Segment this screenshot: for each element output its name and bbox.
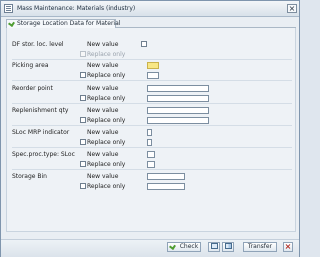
checkmark-icon xyxy=(8,20,15,27)
tab-storage-location-data[interactable]: Storage Location Data for Material xyxy=(6,19,120,28)
mass-maintenance-dialog: Mass Maintenance: Materials (industry) ×… xyxy=(0,0,300,257)
tab-strip: Storage Location Data for Material xyxy=(6,19,296,28)
replace-only-label: Replace only xyxy=(87,117,126,124)
field-label-reorder-point: Reorder point xyxy=(12,85,53,92)
picking-area-new-value-input[interactable] xyxy=(147,62,159,69)
df-stor-loc-level-replace-only-checkbox xyxy=(80,51,86,57)
field-label-df-stor-loc-level: DF stor. loc. level xyxy=(12,41,64,48)
new-value-label: New value xyxy=(87,85,119,92)
row-separator xyxy=(12,103,292,104)
reorder-point-replace-only-checkbox[interactable] xyxy=(80,95,86,101)
transfer-button[interactable]: Transfer xyxy=(243,242,277,252)
spec-proc-type-sloc-new-value-input[interactable] xyxy=(147,151,155,158)
field-label-spec-proc-type-sloc: Spec.proc.type: SLoc xyxy=(12,151,75,158)
field-label-picking-area: Picking area xyxy=(12,62,49,69)
new-value-label: New value xyxy=(87,41,119,48)
df-stor-loc-level-new-value-checkbox[interactable] xyxy=(141,41,147,47)
picking-area-replace-only-input[interactable] xyxy=(147,72,159,79)
replenishment-qty-new-value-input[interactable] xyxy=(147,107,209,114)
row-separator xyxy=(12,169,292,170)
row-separator xyxy=(12,147,292,148)
field-label-replenishment-qty: Replenishment qty xyxy=(12,107,69,114)
copy-button[interactable] xyxy=(222,242,234,252)
spec-proc-type-sloc-replace-only-input[interactable] xyxy=(147,161,155,168)
document-icon xyxy=(210,243,218,249)
reorder-point-new-value-input[interactable] xyxy=(147,85,209,92)
replace-only-label: Replace only xyxy=(87,139,126,146)
replace-only-label: Replace only xyxy=(87,161,126,168)
tab-storage-location-data-label: Storage Location Data for Material xyxy=(17,20,121,27)
replace-only-label: Replace only xyxy=(87,183,126,190)
replace-only-label: Replace only xyxy=(87,51,126,58)
checkmark-icon xyxy=(168,243,176,250)
document-button[interactable] xyxy=(208,242,220,252)
close-icon[interactable]: × xyxy=(287,4,297,13)
picking-area-replace-only-checkbox[interactable] xyxy=(80,72,86,78)
replenishment-qty-replace-only-checkbox[interactable] xyxy=(80,117,86,123)
new-value-label: New value xyxy=(87,129,119,136)
check-button-label: Check xyxy=(179,243,199,250)
row-separator xyxy=(12,80,292,81)
field-label-storage-bin: Storage Bin xyxy=(12,173,47,180)
cancel-icon: × xyxy=(284,242,292,251)
copy-icon xyxy=(224,243,232,249)
cancel-button[interactable]: × xyxy=(283,242,293,252)
sloc-mrp-indicator-new-value-input[interactable] xyxy=(147,129,152,136)
transfer-button-label: Transfer xyxy=(247,243,273,250)
spec-proc-type-sloc-replace-only-checkbox[interactable] xyxy=(80,161,86,167)
replace-only-label: Replace only xyxy=(87,72,126,79)
sloc-mrp-indicator-replace-only-checkbox[interactable] xyxy=(80,139,86,145)
replenishment-qty-replace-only-input[interactable] xyxy=(147,117,209,124)
check-button[interactable]: Check xyxy=(167,242,201,252)
window-titlebar: Mass Maintenance: Materials (industry) × xyxy=(1,1,299,17)
field-label-sloc-mrp-indicator: SLoc MRP indicator xyxy=(12,129,70,136)
row-separator xyxy=(12,59,292,60)
new-value-label: New value xyxy=(87,62,119,69)
new-value-label: New value xyxy=(87,107,119,114)
row-separator xyxy=(12,125,292,126)
window-document-icon xyxy=(4,4,13,13)
storage-bin-replace-only-checkbox[interactable] xyxy=(80,183,86,189)
sloc-mrp-indicator-replace-only-input[interactable] xyxy=(147,139,152,146)
window-title: Mass Maintenance: Materials (industry) xyxy=(17,5,136,12)
storage-bin-new-value-input[interactable] xyxy=(147,173,185,180)
storage-location-panel: DF stor. loc. level New value Replace on… xyxy=(6,28,296,232)
replace-only-label: Replace only xyxy=(87,95,126,102)
new-value-label: New value xyxy=(87,151,119,158)
reorder-point-replace-only-input[interactable] xyxy=(147,95,209,102)
storage-bin-replace-only-input[interactable] xyxy=(147,183,185,190)
new-value-label: New value xyxy=(87,173,119,180)
